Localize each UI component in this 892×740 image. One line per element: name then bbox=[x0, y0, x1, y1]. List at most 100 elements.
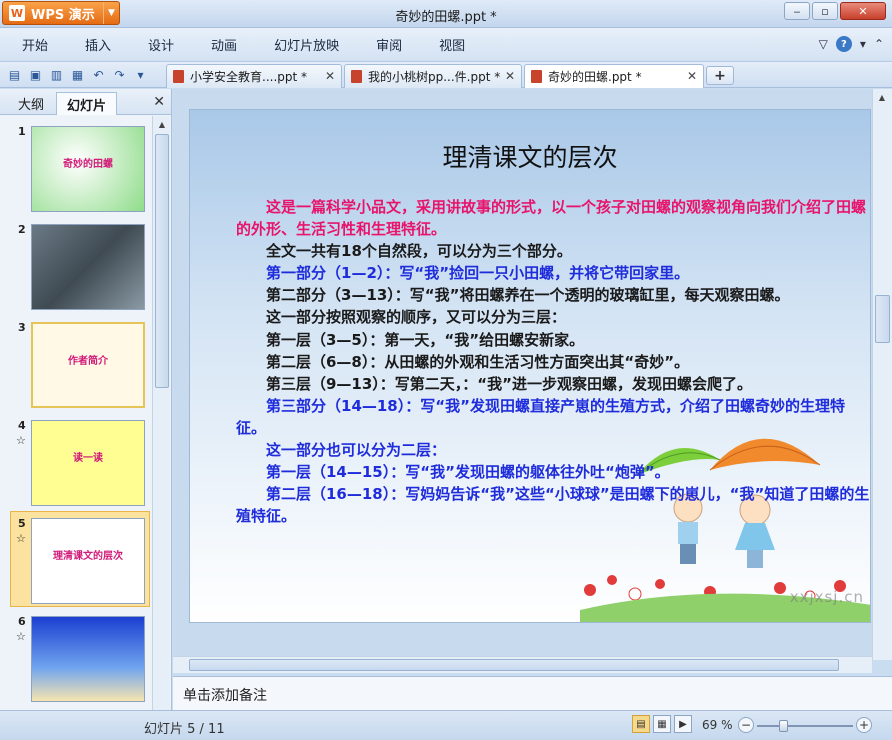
slide-paragraph: 这一部分也可以分为二层： bbox=[266, 441, 447, 460]
slide-number: 6 bbox=[18, 615, 26, 628]
thumbnail-scrollbar[interactable]: ▲ bbox=[152, 116, 170, 711]
help-icon[interactable]: ? bbox=[835, 36, 852, 52]
close-tab-icon[interactable]: ✕ bbox=[505, 69, 515, 83]
thumbnail-title: 奇妙的田螺 bbox=[63, 159, 113, 170]
status-bar: 幻灯片 5 / 11 ▤ ▦ ▶ 69 % − + bbox=[0, 710, 892, 740]
new-document-tab-button[interactable]: + bbox=[706, 66, 734, 85]
scrollbar-thumb[interactable] bbox=[189, 659, 839, 671]
animation-star-icon: ☆ bbox=[16, 532, 26, 545]
slide-paragraph: 第三部分（14—18）：写“我”发现田螺直接产崽的生殖方式，介绍了田螺奇妙的生理… bbox=[236, 396, 845, 437]
ribbon-collapse-icon[interactable]: ⌃ bbox=[874, 37, 884, 51]
menu-item[interactable]: 视图 bbox=[424, 35, 480, 54]
slide-editor: 理清课文的层次 这是一篇科学小品文，采用讲故事的形式，以一个孩子对田螺的观察视角… bbox=[173, 89, 892, 673]
chevron-down-icon[interactable]: ▾ bbox=[860, 37, 866, 51]
slide-counter: 幻灯片 5 / 11 bbox=[144, 722, 225, 737]
slideshow-view-icon[interactable]: ▶ bbox=[674, 715, 692, 733]
document-tab-label: 奇妙的田螺.ppt * bbox=[548, 70, 642, 84]
slide-thumbnail-panel: 大纲 幻灯片 ✕ 1 奇妙的田螺 2 3 作者简介 4 ☆ 读一读 5 ☆ 理清课文的层次 6 ☆ ▲ bbox=[0, 89, 172, 711]
scrollbar-thumb[interactable] bbox=[875, 295, 890, 343]
slide-paragraph: 第一层（3—5）：第一天，“我”给田螺安新家。 bbox=[266, 330, 585, 349]
tab-outline[interactable]: 大纲 bbox=[8, 92, 54, 115]
close-window-button[interactable]: ✕ bbox=[840, 2, 886, 20]
slide-thumbnail[interactable]: 奇妙的田螺 bbox=[31, 126, 145, 212]
menu-bar: 开始 插入 设计 动画 幻灯片放映 审阅 视图 ▽? ▾ ⌃ bbox=[0, 28, 892, 62]
slide-title[interactable]: 理清课文的层次 bbox=[190, 138, 870, 174]
menu-item[interactable]: 审阅 bbox=[361, 35, 417, 54]
menu-item[interactable]: 开始 bbox=[7, 35, 63, 54]
document-tab-label: 我的小桃树pp...件.ppt * bbox=[368, 70, 501, 84]
slide-number: 3 bbox=[18, 321, 26, 334]
close-tab-icon[interactable]: ✕ bbox=[325, 69, 335, 83]
menu-item[interactable]: 动画 bbox=[196, 35, 252, 54]
slide-paragraph: 全文一共有18个自然段，可以分为三个部分。 bbox=[266, 242, 572, 261]
presentation-file-icon bbox=[351, 70, 362, 83]
slide-paragraph: 第二层（16—18）：写妈妈告诉“我”这些“小球球”是田螺下的崽儿，“我”知道了… bbox=[236, 485, 870, 526]
presentation-file-icon bbox=[531, 70, 542, 83]
slide-thumbnail[interactable]: 理清课文的层次 bbox=[31, 518, 145, 604]
zoom-slider-thumb[interactable] bbox=[778, 720, 788, 732]
close-panel-icon[interactable]: ✕ bbox=[153, 94, 165, 110]
slide-thumbnail[interactable] bbox=[31, 224, 145, 310]
slide-thumbnail[interactable]: 读一读 bbox=[31, 420, 145, 506]
slide-sorter-view-icon[interactable]: ▦ bbox=[653, 715, 671, 733]
window-controls: ‒ ▫ ✕ bbox=[784, 2, 886, 20]
zoom-slider[interactable] bbox=[757, 720, 853, 732]
slide-paragraph: 第二层（6—8）：从田螺的外观和生活习性方面突出其“奇妙”。 bbox=[266, 352, 690, 371]
zoom-out-button[interactable]: − bbox=[738, 717, 754, 733]
close-tab-icon[interactable]: ✕ bbox=[687, 69, 697, 83]
thumbnail-list: 1 奇妙的田螺 2 3 作者简介 4 ☆ 读一读 5 ☆ 理清课文的层次 6 ☆ bbox=[0, 116, 152, 711]
thumbnail-title: 读一读 bbox=[73, 453, 103, 464]
slide-paragraph: 这一部分按照观察的顺序，又可以分为三层： bbox=[266, 308, 567, 327]
slide-paragraph: 第一部分（1—2）：写“我”捡回一只小田螺，并将它带回家里。 bbox=[266, 264, 690, 283]
thumbnail-title: 作者简介 bbox=[68, 356, 108, 367]
maximize-button[interactable]: ▫ bbox=[812, 2, 838, 20]
customize-toolbar-icon[interactable]: ▾ bbox=[132, 66, 149, 83]
slide-thumbnail[interactable] bbox=[31, 616, 145, 702]
view-buttons: ▤ ▦ ▶ bbox=[632, 715, 692, 733]
title-bar: W WPS 演示 ▼ 奇妙的田螺.ppt * ‒ ▫ ✕ bbox=[0, 0, 892, 28]
document-tab[interactable]: 小学安全教育....ppt * ✕ bbox=[166, 64, 342, 88]
watermark-text: xxjxsj.cn bbox=[789, 588, 864, 606]
slide-vertical-scrollbar[interactable]: ▲ bbox=[872, 89, 892, 660]
animation-star-icon: ☆ bbox=[16, 434, 26, 447]
menu-item[interactable]: 插入 bbox=[70, 35, 126, 54]
menu-item[interactable]: 设计 bbox=[133, 35, 189, 54]
print-preview-icon[interactable]: ▦ bbox=[69, 66, 86, 83]
slide-paragraph: 第三层（9—13）：写第二天，：“我”进一步观察田螺，发现田螺会爬了。 bbox=[266, 374, 753, 393]
print-icon[interactable]: ▥ bbox=[48, 66, 65, 83]
minimize-button[interactable]: ‒ bbox=[784, 2, 810, 20]
presentation-file-icon bbox=[173, 70, 184, 83]
document-tab[interactable]: 我的小桃树pp...件.ppt * ✕ bbox=[344, 64, 522, 88]
slide-canvas[interactable]: 理清课文的层次 这是一篇科学小品文，采用讲故事的形式，以一个孩子对田螺的观察视角… bbox=[189, 109, 871, 623]
skin-icon[interactable]: ▽ bbox=[819, 37, 828, 51]
tab-slides[interactable]: 幻灯片 bbox=[56, 92, 118, 115]
slide-paragraph: 第二部分（3—13）：写“我”将田螺养在一个透明的玻璃缸里，每天观察田螺。 bbox=[266, 286, 790, 305]
scroll-up-arrow-icon[interactable]: ▲ bbox=[873, 89, 891, 105]
slide-paragraph: 这是一篇科学小品文，采用讲故事的形式，以一个孩子对田螺的观察视角向我们介绍了田螺… bbox=[236, 198, 867, 239]
quick-access-toolbar: ▤ ▣ ▥ ▦ ↶ ↷ ▾ bbox=[6, 66, 149, 83]
redo-icon[interactable]: ↷ bbox=[111, 66, 128, 83]
document-tab-label: 小学安全教育....ppt * bbox=[190, 70, 308, 84]
normal-view-icon[interactable]: ▤ bbox=[632, 715, 650, 733]
panel-tabs: 大纲 幻灯片 ✕ bbox=[0, 89, 171, 115]
slide-thumbnail[interactable]: 作者简介 bbox=[31, 322, 145, 408]
slide-number: 4 bbox=[18, 419, 26, 432]
animation-star-icon: ☆ bbox=[16, 630, 26, 643]
notes-pane[interactable]: 单击添加备注 bbox=[173, 676, 892, 710]
thumbnail-title: 理清课文的层次 bbox=[53, 551, 123, 562]
document-tab[interactable]: 奇妙的田螺.ppt * ✕ bbox=[524, 64, 704, 88]
slide-number: 2 bbox=[18, 223, 26, 236]
slide-number: 5 bbox=[18, 517, 26, 530]
menu-item[interactable]: 幻灯片放映 bbox=[259, 35, 354, 54]
scroll-up-arrow-icon[interactable]: ▲ bbox=[153, 116, 171, 133]
undo-icon[interactable]: ↶ bbox=[90, 66, 107, 83]
document-tab-bar: ▤ ▣ ▥ ▦ ↶ ↷ ▾ 小学安全教育....ppt * ✕ 我的小桃树pp...… bbox=[0, 62, 892, 88]
scrollbar-thumb[interactable] bbox=[155, 134, 169, 388]
menu-right-tools: ▽? ▾ ⌃ bbox=[819, 36, 884, 52]
window-title: 奇妙的田螺.ppt * bbox=[395, 10, 497, 25]
zoom-in-button[interactable]: + bbox=[856, 717, 872, 733]
save-icon[interactable]: ▣ bbox=[27, 66, 44, 83]
slide-body-text[interactable]: 这是一篇科学小品文，采用讲故事的形式，以一个孩子对田螺的观察视角向我们介绍了田螺… bbox=[236, 196, 870, 527]
open-folder-icon[interactable]: ▤ bbox=[6, 66, 23, 83]
slide-horizontal-scrollbar[interactable] bbox=[173, 656, 872, 673]
